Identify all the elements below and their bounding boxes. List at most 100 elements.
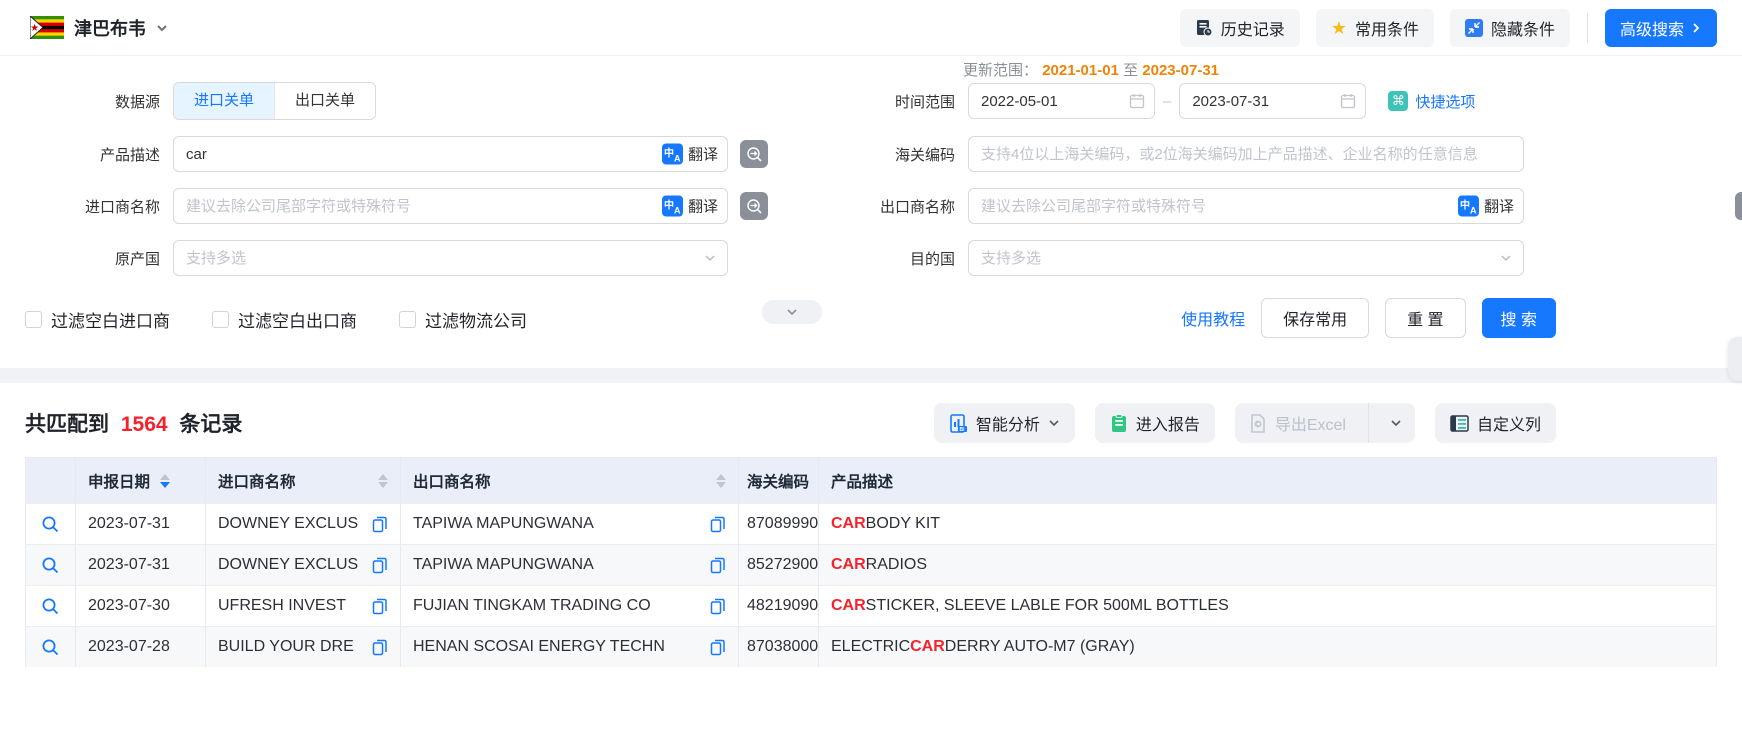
- translate-button[interactable]: 中A 翻译: [1458, 196, 1514, 217]
- table-row[interactable]: 2023-07-30 UFRESH INVEST FUJIAN TINGKAM …: [26, 585, 1716, 626]
- collapse-icon: [1465, 19, 1483, 37]
- exact-match-toggle[interactable]: [740, 140, 768, 168]
- copy-icon[interactable]: [372, 557, 388, 574]
- translate-label: 翻译: [1484, 196, 1514, 217]
- product-desc-input[interactable]: [173, 136, 728, 172]
- row-detail-search-button[interactable]: [41, 515, 60, 534]
- tab-import-declarations[interactable]: 进口关单: [174, 83, 274, 119]
- update-range: 更新范围： 2021-01-01 至 2023-07-31: [963, 59, 1219, 80]
- favorite-conditions-button[interactable]: ★ 常用条件: [1316, 9, 1434, 47]
- country-selector[interactable]: 津巴布韦: [30, 15, 168, 41]
- collapse-form-button[interactable]: [762, 300, 822, 324]
- row-detail-search-button[interactable]: [41, 556, 60, 575]
- quick-options-link[interactable]: ⌘ 快捷选项: [1388, 91, 1475, 112]
- search-button[interactable]: 搜 索: [1482, 298, 1556, 338]
- header-importer[interactable]: 进口商名称: [206, 458, 401, 503]
- calendar-icon[interactable]: [1129, 93, 1145, 109]
- cell-product-desc: ELECTRIC CAR DERRY AUTO-M7 (GRAY): [819, 627, 1716, 667]
- divider: [1587, 13, 1588, 43]
- checkbox-filter-blank-importer[interactable]: 过滤空白进口商: [25, 307, 170, 332]
- magnifier-icon: [41, 597, 60, 616]
- custom-columns-button[interactable]: 自定义列: [1435, 403, 1556, 443]
- table-row[interactable]: 2023-07-31 DOWNEY EXCLUS TAPIWA MAPUNGWA…: [26, 544, 1716, 585]
- column-label: 进口商名称: [218, 470, 296, 492]
- sort-icons[interactable]: [716, 474, 726, 488]
- filter-controls-row: 过滤空白进口商 过滤空白出口商 过滤物流公司 使用教程 保存常用 重 置 搜 索: [0, 298, 1742, 340]
- keyword-highlight: CAR: [910, 638, 945, 656]
- update-range-to: 至: [1123, 62, 1138, 79]
- hs-code-input[interactable]: [968, 136, 1524, 172]
- fuzzy-search-icon: [746, 146, 763, 163]
- importer-input[interactable]: [173, 188, 728, 224]
- tab-export-declarations[interactable]: 出口关单: [274, 83, 375, 119]
- destination-country-select[interactable]: [968, 240, 1524, 276]
- copy-icon[interactable]: [710, 598, 726, 615]
- translate-button[interactable]: 中A 翻译: [662, 144, 718, 165]
- copy-icon[interactable]: [372, 516, 388, 533]
- clipped-floating-widget[interactable]: [1728, 337, 1742, 381]
- header-date[interactable]: 申报日期: [76, 458, 206, 503]
- time-range-label: 时间范围: [880, 91, 968, 112]
- sort-icons[interactable]: [378, 474, 388, 488]
- table-row[interactable]: 2023-07-28 BUILD YOUR DRE HENAN SCOSAI E…: [26, 626, 1716, 667]
- row-detail-search-button[interactable]: [41, 638, 60, 657]
- product-desc-label: 产品描述: [0, 144, 173, 165]
- divider: [1368, 403, 1369, 443]
- svg-text:BI: BI: [959, 427, 965, 433]
- table-row[interactable]: 2023-07-31 DOWNEY EXCLUS TAPIWA MAPUNGWA…: [26, 503, 1716, 544]
- export-excel-button[interactable]: 导出Excel: [1235, 403, 1360, 443]
- reset-button[interactable]: 重 置: [1385, 298, 1465, 338]
- count-prefix: 共匹配到: [25, 413, 109, 436]
- favorites-label: 常用条件: [1355, 16, 1419, 40]
- smart-analysis-button[interactable]: BI 智能分析: [934, 403, 1075, 443]
- exact-match-toggle[interactable]: [740, 192, 768, 220]
- copy-icon[interactable]: [372, 639, 388, 656]
- exporter-input[interactable]: [968, 188, 1524, 224]
- checkbox-icon[interactable]: [25, 311, 42, 328]
- magnifier-icon: [41, 515, 60, 534]
- copy-icon[interactable]: [372, 598, 388, 615]
- results-count: 共匹配到 1564 条记录: [25, 408, 242, 438]
- checkbox-icon[interactable]: [212, 311, 229, 328]
- calendar-icon[interactable]: [1340, 93, 1356, 109]
- copy-icon[interactable]: [710, 516, 726, 533]
- hs-code-label: 海关编码: [880, 144, 968, 165]
- header-exporter[interactable]: 出口商名称: [401, 458, 739, 503]
- sort-icons[interactable]: [160, 474, 170, 488]
- table-body: 2023-07-31 DOWNEY EXCLUS TAPIWA MAPUNGWA…: [26, 503, 1716, 667]
- start-date-input[interactable]: [968, 83, 1155, 119]
- tutorial-link[interactable]: 使用教程: [1181, 306, 1245, 330]
- advanced-search-button[interactable]: 高级搜索: [1605, 9, 1717, 47]
- results-table: 申报日期 进口商名称 出口商名称 海关编码 产品描述: [25, 457, 1717, 667]
- translate-button[interactable]: 中A 翻译: [662, 196, 718, 217]
- enter-report-button[interactable]: 进入报告: [1095, 403, 1215, 443]
- save-conditions-button[interactable]: 保存常用: [1261, 298, 1369, 338]
- checkbox-filter-logistics[interactable]: 过滤物流公司: [399, 307, 527, 332]
- origin-country-select[interactable]: [173, 240, 728, 276]
- quick-options-label: 快捷选项: [1415, 91, 1475, 112]
- chevron-down-icon: [1500, 252, 1512, 264]
- history-button[interactable]: 历史记录: [1180, 9, 1300, 47]
- end-date-input[interactable]: [1179, 83, 1366, 119]
- form-action-buttons: 使用教程 保存常用 重 置 搜 索: [1181, 298, 1556, 338]
- cell-product-desc: CAR STICKER, SLEEVE LABLE FOR 500ML BOTT…: [819, 586, 1716, 626]
- checkbox-label: 过滤空白进口商: [51, 307, 170, 332]
- column-label: 海关编码: [747, 470, 809, 492]
- cell-importer: BUILD YOUR DRE: [218, 638, 354, 656]
- cell-exporter: HENAN SCOSAI ENERGY TECHN: [413, 638, 665, 656]
- advanced-search-label: 高级搜索: [1620, 16, 1684, 40]
- row-detail-search-button[interactable]: [41, 597, 60, 616]
- chevron-down-icon: [704, 252, 716, 264]
- translate-icon: 中A: [662, 196, 683, 217]
- hide-conditions-button[interactable]: 隐藏条件: [1450, 9, 1570, 47]
- clipped-exact-match-toggle[interactable]: [1735, 192, 1742, 220]
- copy-icon[interactable]: [710, 557, 726, 574]
- checkbox-icon[interactable]: [399, 311, 416, 328]
- hide-conditions-label: 隐藏条件: [1491, 16, 1555, 40]
- copy-icon[interactable]: [710, 639, 726, 656]
- checkbox-filter-blank-exporter[interactable]: 过滤空白出口商: [212, 307, 357, 332]
- export-icon: [1249, 414, 1267, 433]
- export-options-button[interactable]: [1377, 403, 1415, 443]
- keyword-highlight: CAR: [831, 515, 866, 533]
- count-number: 1564: [121, 413, 168, 436]
